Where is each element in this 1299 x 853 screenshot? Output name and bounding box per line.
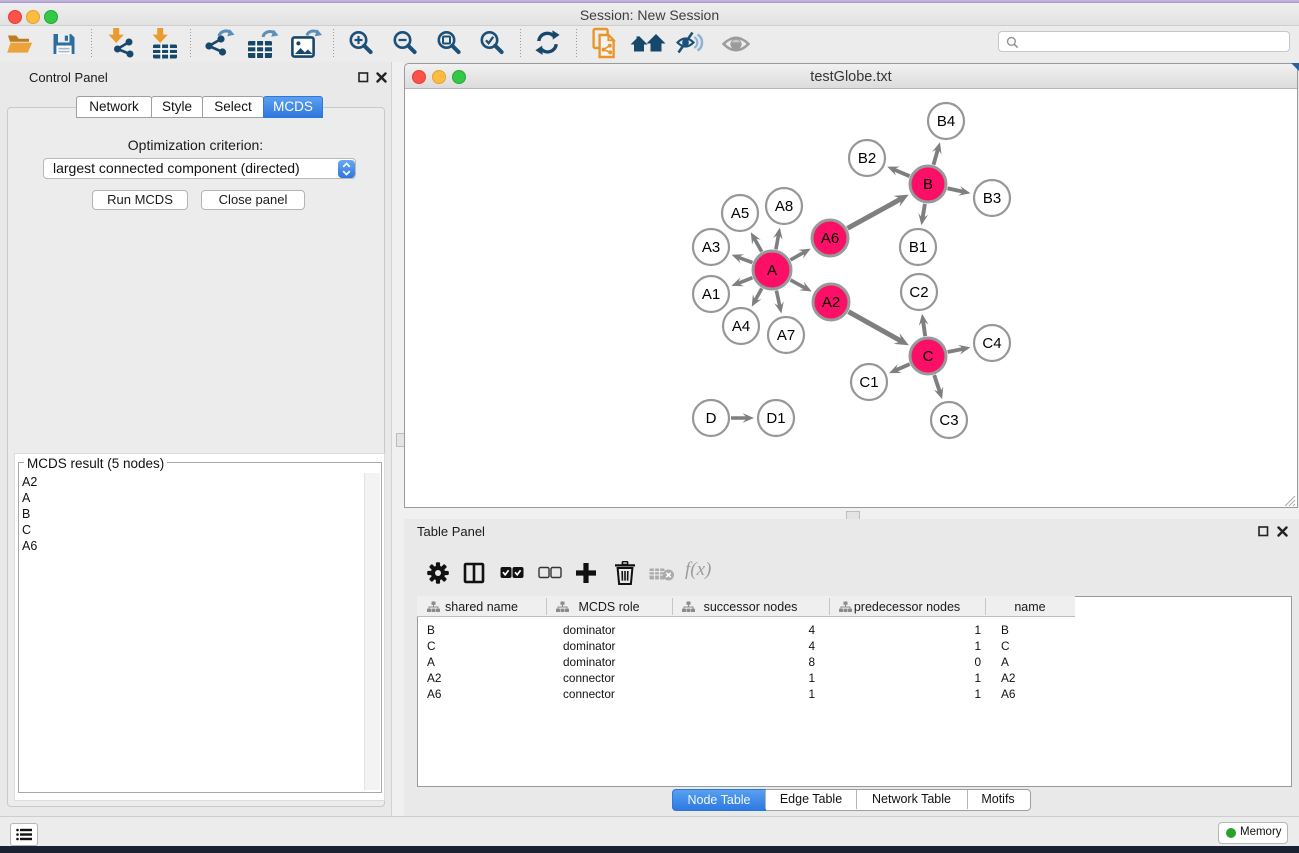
svg-text:B2: B2 xyxy=(858,150,876,167)
svg-text:C: C xyxy=(923,348,934,365)
svg-text:B4: B4 xyxy=(937,113,955,130)
svg-text:C1: C1 xyxy=(859,374,878,391)
svg-text:A4: A4 xyxy=(732,318,750,335)
svg-text:C3: C3 xyxy=(939,412,958,429)
svg-text:D1: D1 xyxy=(766,410,785,427)
svg-text:B1: B1 xyxy=(909,239,927,256)
svg-text:C4: C4 xyxy=(982,335,1001,352)
svg-text:A5: A5 xyxy=(731,205,749,222)
svg-text:A2: A2 xyxy=(822,294,840,311)
svg-text:A7: A7 xyxy=(777,327,795,344)
svg-text:A: A xyxy=(767,262,777,279)
svg-text:C2: C2 xyxy=(909,284,928,301)
svg-text:A1: A1 xyxy=(702,286,720,303)
svg-text:A8: A8 xyxy=(775,198,793,215)
svg-text:B: B xyxy=(923,176,933,193)
svg-text:A6: A6 xyxy=(821,230,839,247)
svg-text:D: D xyxy=(706,410,717,427)
svg-text:B3: B3 xyxy=(983,190,1001,207)
svg-text:A3: A3 xyxy=(702,239,720,256)
